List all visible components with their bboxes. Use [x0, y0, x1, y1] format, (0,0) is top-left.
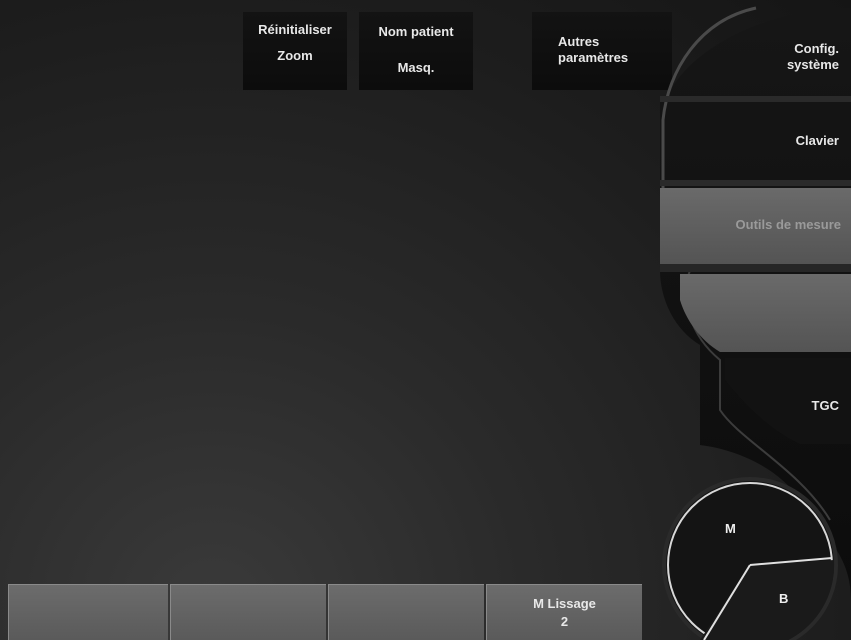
system-config-button[interactable]: Config. système [671, 22, 851, 92]
bottom-button-1[interactable] [8, 584, 168, 640]
system-config-label-1: Config. [794, 41, 839, 56]
other-params-label-1: Autres [558, 34, 600, 49]
patient-name-button[interactable]: Nom patient Masq. [359, 12, 473, 90]
keyboard-button[interactable]: Clavier [671, 104, 851, 178]
mode-dial[interactable]: M B [664, 479, 836, 640]
other-params-button[interactable]: Autres paramètres [532, 12, 672, 90]
tgc-label: TGC [811, 398, 839, 413]
bottom-button-2[interactable] [170, 584, 326, 640]
system-config-label-2: système [786, 57, 839, 72]
patient-name-label: Nom patient [378, 24, 454, 39]
m-smoothing-value: 2 [560, 613, 569, 629]
m-smoothing-button[interactable]: M Lissage 2 [486, 584, 642, 640]
tgc-button[interactable]: TGC [671, 368, 851, 444]
bottom-button-3[interactable] [328, 584, 484, 640]
mode-m-label[interactable]: M [725, 521, 736, 536]
other-params-label-2: paramètres [558, 50, 629, 65]
measure-tools-label: Outils de mesure [735, 217, 841, 232]
m-smoothing-label: M Lissage [533, 595, 596, 611]
mode-b-label[interactable]: B [779, 591, 788, 606]
reset-zoom-button[interactable]: Réinitialiser Zoom [243, 12, 347, 90]
reset-zoom-label-1: Réinitialiser [258, 22, 332, 37]
empty-side-button[interactable] [671, 276, 851, 352]
screen-background: Réinitialiser Zoom Nom patient Masq. Aut… [0, 0, 851, 640]
reset-zoom-label-2: Zoom [277, 48, 313, 63]
keyboard-label: Clavier [795, 133, 839, 148]
measure-tools-button[interactable]: Outils de mesure [671, 188, 851, 262]
patient-name-value: Masq. [397, 60, 435, 75]
